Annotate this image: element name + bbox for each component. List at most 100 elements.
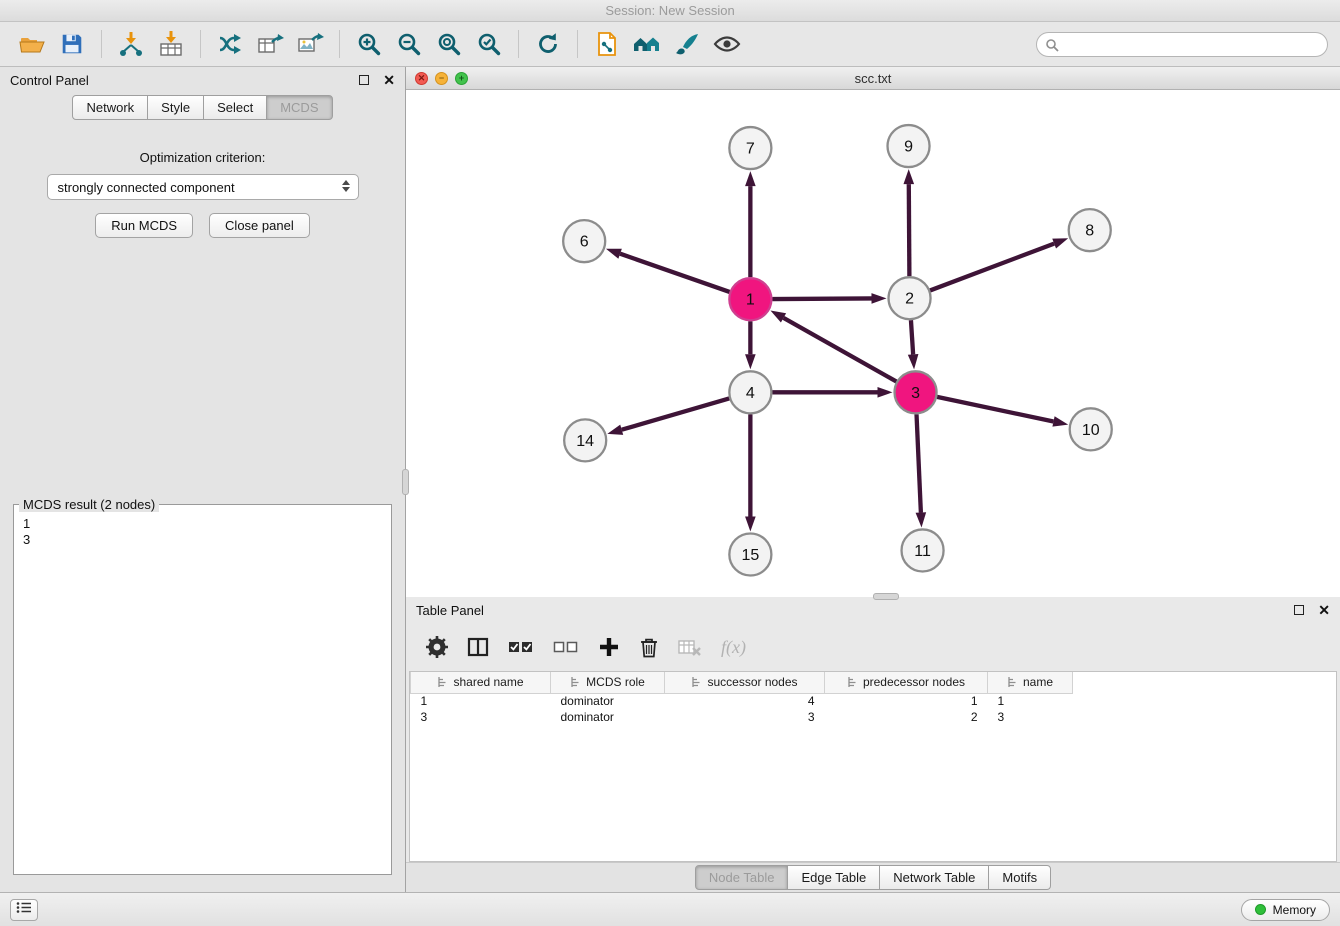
home-layout-button[interactable] [627, 26, 667, 62]
tab-network[interactable]: Network [72, 95, 148, 120]
task-history-button[interactable] [10, 899, 38, 921]
zoom-selected-icon [475, 30, 503, 58]
close-panel-button[interactable]: Close panel [209, 213, 310, 238]
run-mcds-button[interactable]: Run MCDS [95, 213, 193, 238]
column-header-predecessor-nodes[interactable]: predecessor nodes [825, 672, 988, 693]
network-graph[interactable]: 7968124314101511 [406, 90, 1340, 597]
select-all-columns-icon[interactable] [508, 638, 534, 656]
table-row[interactable]: 3dominator323 [411, 709, 1337, 725]
export-table-button[interactable] [250, 26, 290, 62]
graph-node-label-1: 1 [746, 292, 755, 309]
paint-brush-icon [673, 30, 701, 58]
tab-mcds[interactable]: MCDS [266, 95, 332, 120]
graph-edge-2-9[interactable] [909, 184, 910, 276]
mcds-buttons-row: Run MCDS Close panel [0, 213, 405, 238]
graph-edge-arrow-1-4 [745, 354, 756, 369]
column-header-name[interactable]: name [988, 672, 1073, 693]
table-cell[interactable]: 1 [988, 693, 1073, 709]
table-cell[interactable]: 3 [411, 709, 551, 725]
table-cell[interactable]: 4 [665, 693, 825, 709]
function-builder-icon[interactable]: f(x) [721, 637, 746, 658]
table-cell[interactable]: 3 [665, 709, 825, 725]
close-table-panel-icon[interactable]: ✕ [1318, 605, 1330, 615]
window-titlebar[interactable]: Session: New Session [0, 0, 1340, 22]
graph-edge-3-11[interactable] [917, 414, 921, 512]
column-header-successor-nodes[interactable]: successor nodes [665, 672, 825, 693]
tab-motifs[interactable]: Motifs [988, 865, 1051, 890]
refresh-view-button[interactable] [528, 26, 568, 62]
column-header-label: MCDS role [586, 675, 645, 689]
network-canvas[interactable]: 7968124314101511 [406, 90, 1340, 597]
zoom-in-button[interactable] [349, 26, 389, 62]
maximize-window-icon[interactable]: + [455, 72, 468, 85]
unselect-all-columns-icon[interactable] [553, 638, 579, 656]
memory-label: Memory [1273, 903, 1316, 917]
graph-edge-1-6[interactable] [620, 254, 729, 292]
save-session-button[interactable] [52, 26, 92, 62]
graph-node-label-6: 6 [580, 234, 589, 251]
zoom-selected-button[interactable] [469, 26, 509, 62]
tab-select[interactable]: Select [203, 95, 267, 120]
table-row[interactable]: 1dominator411 [411, 693, 1337, 709]
tab-node-table[interactable]: Node Table [695, 865, 789, 890]
table-cell[interactable]: 1 [825, 693, 988, 709]
delete-table-icon[interactable] [678, 637, 702, 657]
network-manager-button[interactable] [210, 26, 250, 62]
table-cell[interactable]: 3 [988, 709, 1073, 725]
close-panel-icon[interactable]: ✕ [383, 75, 395, 85]
apply-style-button[interactable] [667, 26, 707, 62]
node-table-container: shared name MCDS role successor nodesprede… [409, 671, 1337, 862]
table-body: 1dominator4113dominator323 [411, 693, 1337, 725]
table-settings-icon[interactable] [426, 636, 448, 658]
column-header-shared-name[interactable]: shared name [411, 672, 551, 693]
memory-button[interactable]: Memory [1241, 899, 1330, 921]
split-panel-icon[interactable] [467, 636, 489, 658]
network-window-titlebar[interactable]: scc.txt ✕ − + [406, 67, 1340, 90]
export-image-button[interactable] [290, 26, 330, 62]
table-panel-header: Table Panel ✕ [406, 597, 1340, 623]
zoom-fit-button[interactable] [429, 26, 469, 62]
criterion-dropdown[interactable]: strongly connected component [47, 174, 359, 200]
tab-edge-table[interactable]: Edge Table [787, 865, 880, 890]
graph-node-label-10: 10 [1082, 422, 1100, 439]
shuffle-arrows-icon [216, 30, 244, 58]
minimize-window-icon[interactable]: − [435, 72, 448, 85]
vertical-splitter-handle[interactable] [402, 469, 409, 495]
graph-edge-3-10[interactable] [937, 397, 1053, 422]
table-cell-filler [1073, 709, 1337, 725]
tab-network-table[interactable]: Network Table [879, 865, 989, 890]
node-table: shared name MCDS role successor nodesprede… [410, 672, 1336, 725]
zoom-fit-icon [435, 30, 463, 58]
clone-network-button[interactable] [587, 26, 627, 62]
zoom-out-button[interactable] [389, 26, 429, 62]
table-cell[interactable]: 1 [411, 693, 551, 709]
column-header-mcds-role[interactable]: MCDS role [551, 672, 665, 693]
graph-edge-1-2[interactable] [772, 298, 871, 299]
float-table-panel-icon[interactable] [1294, 605, 1304, 615]
graph-edge-4-14[interactable] [622, 398, 730, 429]
import-network-button[interactable] [111, 26, 151, 62]
add-column-icon[interactable] [598, 636, 620, 658]
table-cell[interactable]: dominator [551, 709, 665, 725]
close-window-icon[interactable]: ✕ [415, 72, 428, 85]
dropdown-stepper-icon [341, 179, 351, 196]
graph-edge-arrow-4-3 [878, 387, 893, 398]
table-cell[interactable]: 2 [825, 709, 988, 725]
show-graphics-details-button[interactable] [707, 26, 747, 62]
open-file-button[interactable] [12, 26, 52, 62]
search-input[interactable] [1036, 32, 1328, 57]
graph-edge-2-8[interactable] [930, 244, 1054, 291]
import-table-button[interactable] [151, 26, 191, 62]
graph-edge-2-3[interactable] [911, 320, 913, 354]
delete-column-icon[interactable] [639, 636, 659, 658]
tab-style[interactable]: Style [147, 95, 204, 120]
table-cell[interactable]: dominator [551, 693, 665, 709]
control-panel: Control Panel ✕ NetworkStyleSelectMCDS O… [0, 67, 406, 892]
graph-edge-3-1[interactable] [784, 318, 897, 382]
horizontal-splitter-handle[interactable] [873, 593, 899, 600]
graph-edge-arrow-3-10 [1052, 416, 1068, 426]
status-bar: Memory [0, 892, 1340, 926]
zoom-out-icon [395, 30, 423, 58]
float-panel-icon[interactable] [359, 75, 369, 85]
graph-edge-arrow-1-6 [606, 249, 622, 259]
